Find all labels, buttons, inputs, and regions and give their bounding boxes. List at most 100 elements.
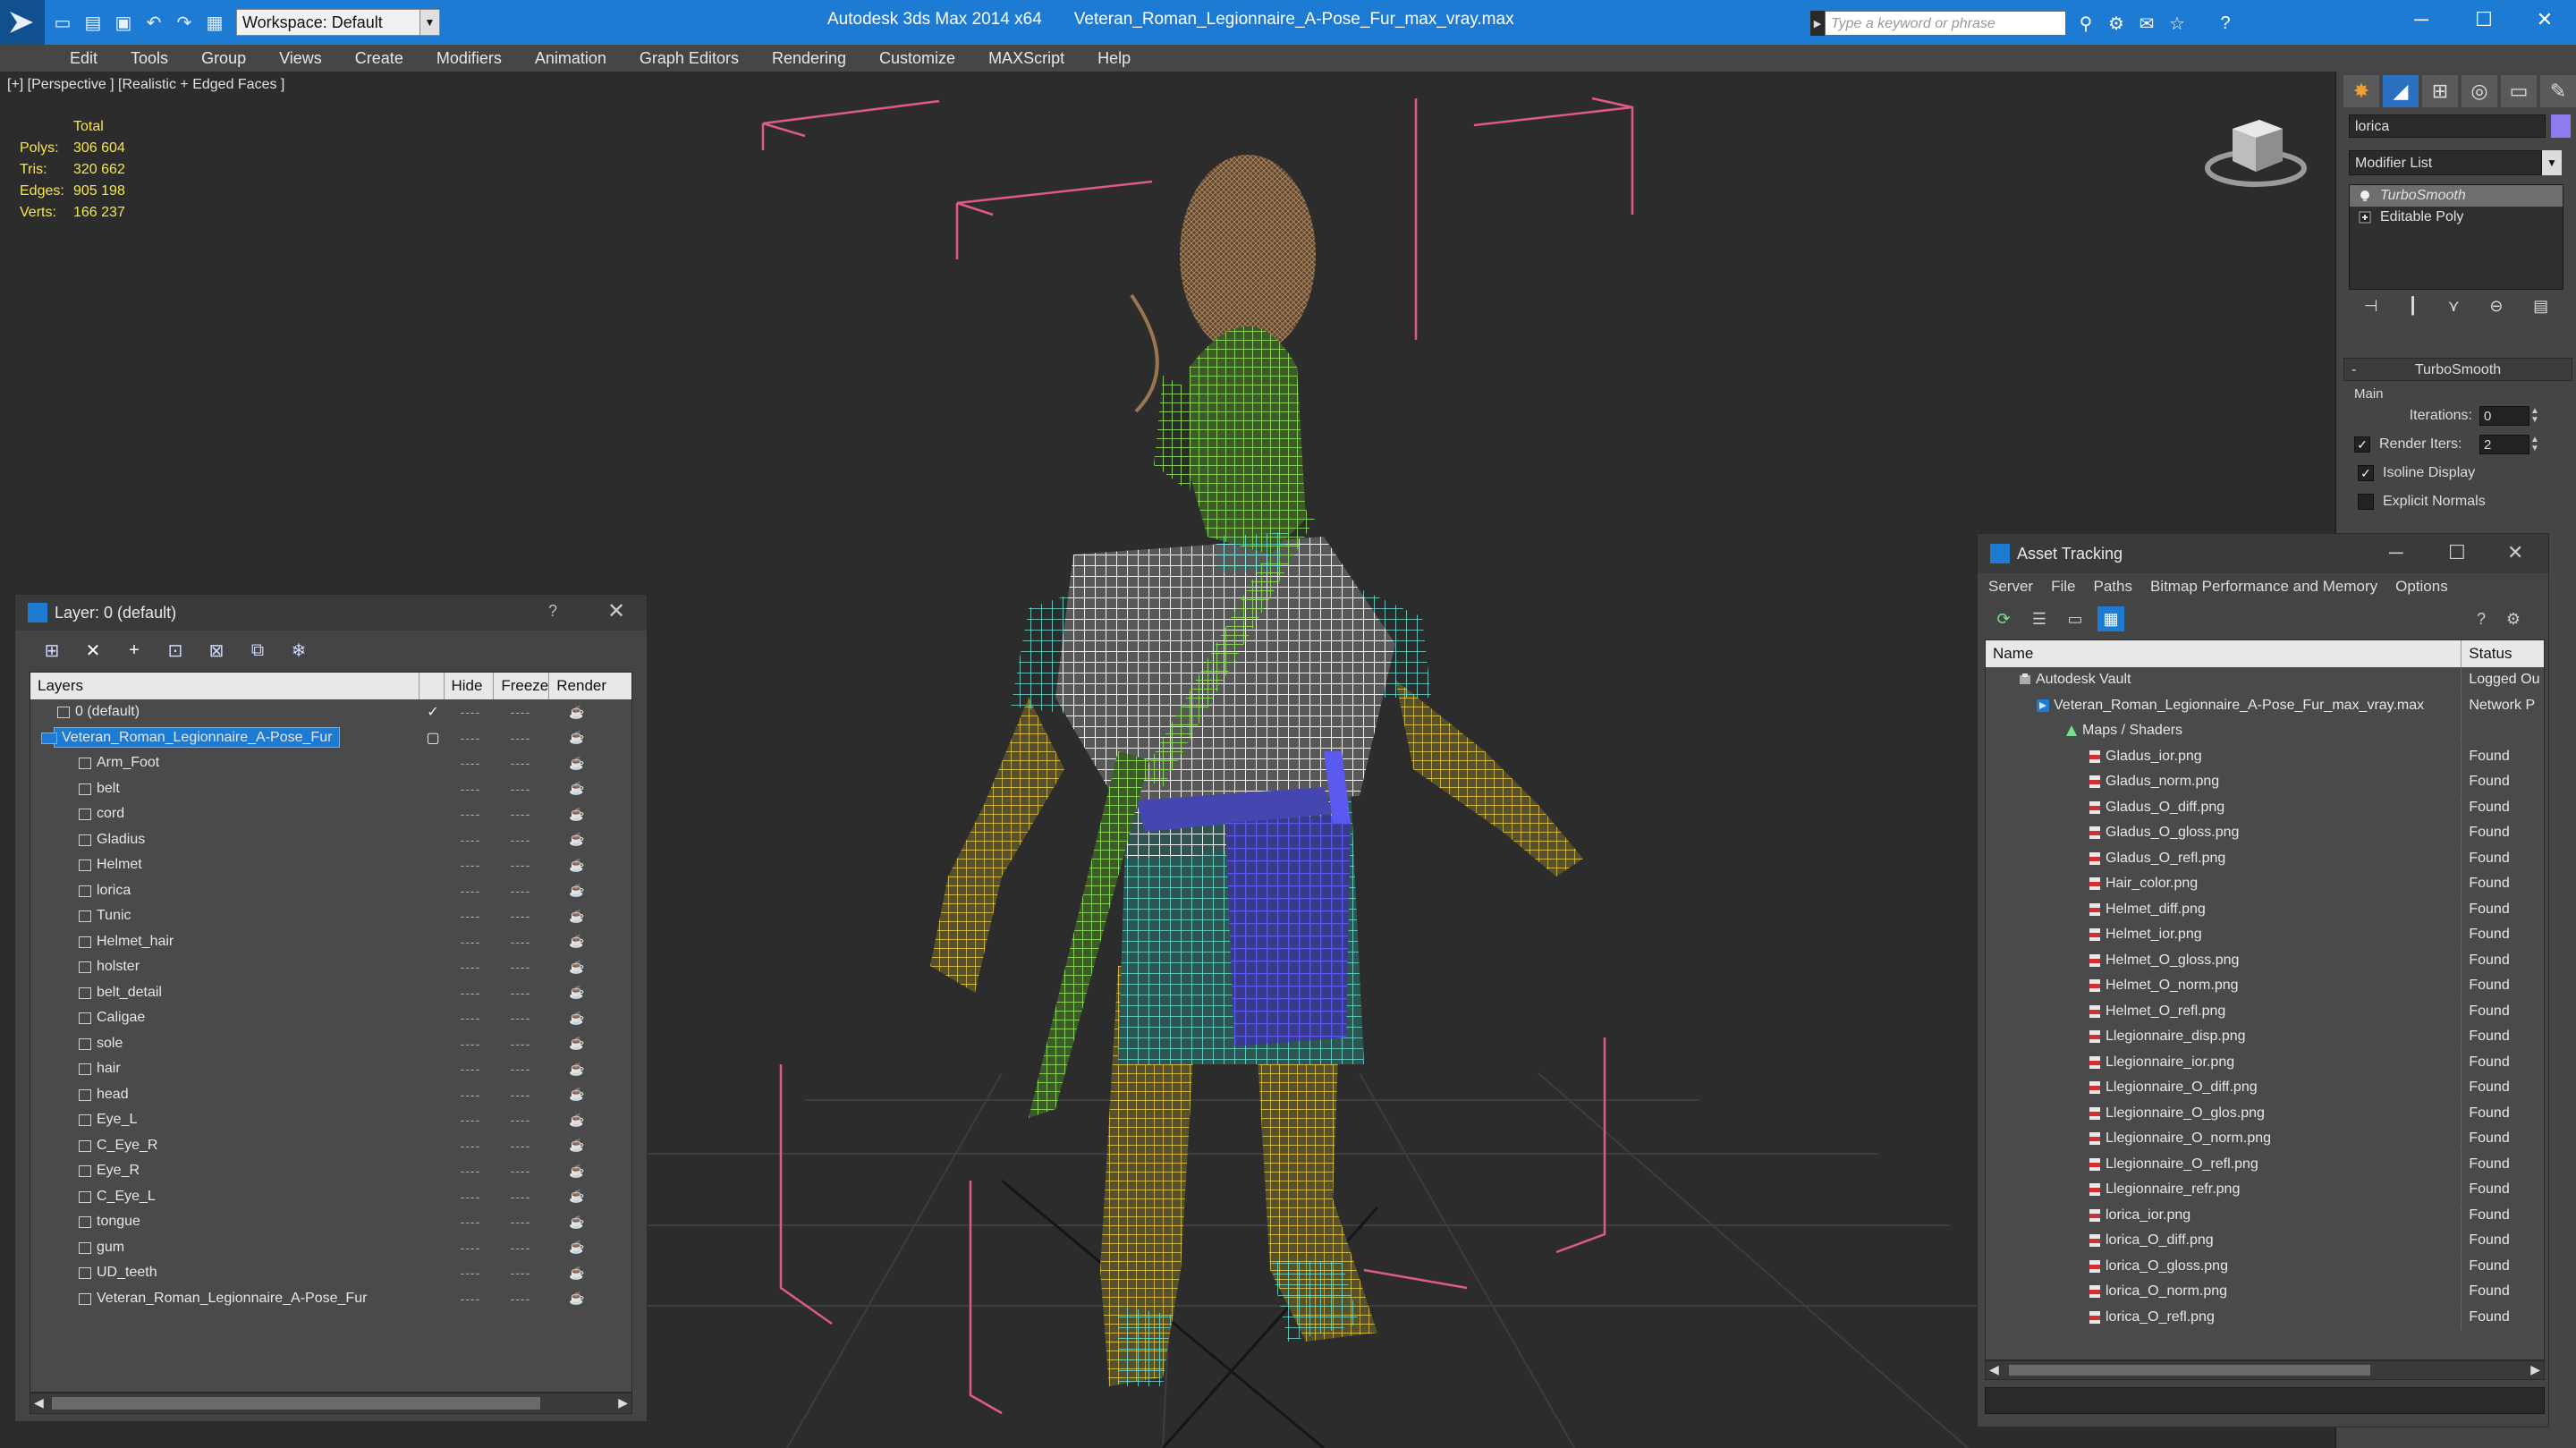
maximize-icon[interactable]: ☐	[2448, 541, 2466, 564]
hierarchy-tab-icon[interactable]: ⊞	[2422, 75, 2458, 107]
app-logo-icon[interactable]	[0, 0, 45, 45]
stack-item-turbosmooth[interactable]: TurboSmooth	[2350, 185, 2563, 207]
asset-file-row[interactable]: Gladus_O_diff.png Found	[1986, 794, 2544, 821]
hide-toggle[interactable]: ----	[445, 807, 496, 821]
render-teapot-icon[interactable]: ☕	[546, 985, 608, 1000]
asset-file-row[interactable]: Hair_color.png Found	[1986, 871, 2544, 897]
render-teapot-icon[interactable]: ☕	[546, 756, 608, 771]
asset-file-row[interactable]: Gladus_O_gloss.png Found	[1986, 820, 2544, 846]
layer-object-row[interactable]: sole ---- ---- ☕	[30, 1031, 631, 1057]
hide-toggle[interactable]: ----	[445, 1011, 496, 1025]
asset-path-field[interactable]	[1985, 1387, 2545, 1414]
freeze-toggle[interactable]: ----	[496, 1190, 546, 1204]
layer-object-row[interactable]: Veteran_Roman_Legionnaire_A-Pose_Fur ----…	[30, 1286, 631, 1312]
asset-file-row[interactable]: lorica_ior.png Found	[1986, 1202, 2544, 1229]
list-view-icon[interactable]: ☰	[2026, 606, 2053, 631]
render-teapot-icon[interactable]: ☕	[546, 960, 608, 975]
render-teapot-icon[interactable]: ☕	[546, 705, 608, 720]
refresh-icon[interactable]: ⟳	[1990, 606, 2017, 631]
spinner-arrows-icon[interactable]: ▲ ▼	[2529, 406, 2540, 426]
layer-object-row[interactable]: C_Eye_R ---- ---- ☕	[30, 1133, 631, 1159]
hide-toggle[interactable]: ----	[445, 1037, 496, 1051]
render-teapot-icon[interactable]: ☕	[546, 1036, 608, 1051]
pin-stack-icon[interactable]: ⊣	[2364, 297, 2378, 324]
menu-server[interactable]: Server	[1988, 578, 2033, 596]
freeze-toggle[interactable]: ----	[496, 986, 546, 1000]
asset-file-row[interactable]: Helmet_diff.png Found	[1986, 896, 2544, 923]
freeze-toggle[interactable]: ----	[496, 935, 546, 949]
close-window-icon[interactable]: ✕	[2513, 0, 2576, 39]
checkmark-icon[interactable]: ✓	[420, 703, 445, 721]
collapse-icon[interactable]: -	[2351, 359, 2356, 382]
hide-toggle[interactable]: ----	[445, 986, 496, 1000]
modify-tab-icon[interactable]: ◢	[2383, 75, 2419, 107]
layer-object-row[interactable]: belt ---- ---- ☕	[30, 776, 631, 802]
add-to-layer-icon[interactable]: +	[119, 637, 149, 664]
layer-object-row[interactable]: Gladius ---- ---- ☕	[30, 827, 631, 853]
layer-object-row[interactable]: UD_teeth ---- ---- ☕	[30, 1260, 631, 1286]
minimize-icon[interactable]: ─	[2389, 541, 2403, 564]
highlight-layer-icon[interactable]: ⊠	[201, 637, 232, 664]
menu-file[interactable]: File	[2051, 578, 2075, 596]
object-name-input[interactable]: lorica	[2349, 114, 2546, 138]
hide-all-layers-icon[interactable]: ⧉	[242, 637, 273, 664]
layer-object-row[interactable]: holster ---- ---- ☕	[30, 954, 631, 980]
freeze-toggle[interactable]: ----	[496, 1011, 546, 1025]
hide-toggle[interactable]: ----	[445, 935, 496, 949]
asset-file-row[interactable]: lorica_O_refl.png Found	[1986, 1304, 2544, 1331]
hide-toggle[interactable]: ----	[445, 1088, 496, 1102]
layer-row-selected[interactable]: Veteran_Roman_Legionnaire_A-Pose_Fur ▢ -…	[30, 725, 631, 751]
asset-file-row[interactable]: Helmet_O_refl.png Found	[1986, 998, 2544, 1025]
freeze-toggle[interactable]: ----	[496, 1062, 546, 1076]
stack-item-editable-poly[interactable]: Editable Poly	[2350, 207, 2563, 228]
render-iters-spinner[interactable]: 2	[2479, 435, 2529, 454]
freeze-toggle[interactable]: ----	[496, 1113, 546, 1127]
project-folder-icon[interactable]: ▦	[202, 10, 227, 35]
render-teapot-icon[interactable]: ☕	[546, 909, 608, 924]
asset-row-vault[interactable]: Autodesk Vault Logged Ou	[1986, 667, 2544, 693]
horizontal-scrollbar[interactable]: ◀ ▶	[30, 1393, 632, 1414]
menu-help[interactable]: Help	[1097, 49, 1131, 68]
asset-file-row[interactable]: Gladus_O_refl.png Found	[1986, 845, 2544, 872]
dialog-title-bar[interactable]: Asset Tracking ─ ☐ ✕	[1978, 534, 2548, 573]
asset-file-row[interactable]: Llegionnaire_ior.png Found	[1986, 1049, 2544, 1076]
select-objects-icon[interactable]: ⊡	[160, 637, 191, 664]
layer-object-row[interactable]: Eye_R ---- ---- ☕	[30, 1158, 631, 1184]
settings-icon[interactable]: ⚙	[2500, 606, 2527, 631]
hide-toggle[interactable]: ----	[445, 1266, 496, 1280]
layer-object-row[interactable]: gum ---- ---- ☕	[30, 1235, 631, 1261]
layer-object-row[interactable]: head ---- ---- ☕	[30, 1082, 631, 1108]
freeze-toggle[interactable]: ----	[496, 1164, 546, 1178]
scroll-right-icon[interactable]: ▶	[618, 1395, 628, 1410]
render-teapot-icon[interactable]: ☕	[546, 1240, 608, 1255]
render-teapot-icon[interactable]: ☕	[546, 1062, 608, 1077]
layer-object-row[interactable]: C_Eye_L ---- ---- ☕	[30, 1184, 631, 1210]
freeze-toggle[interactable]: ----	[496, 705, 546, 719]
layer-row-default[interactable]: 0 (default) ✓ ---- ---- ☕	[30, 699, 631, 725]
explicit-normals-checkbox[interactable]	[2358, 494, 2374, 510]
hide-toggle[interactable]: ----	[445, 705, 496, 719]
column-layers[interactable]: Layers	[30, 673, 419, 699]
new-file-icon[interactable]: ▭	[50, 10, 75, 35]
utilities-tab-icon[interactable]: ✎	[2540, 75, 2576, 107]
layer-object-row[interactable]: Tunic ---- ---- ☕	[30, 903, 631, 929]
freeze-toggle[interactable]: ----	[496, 782, 546, 796]
hide-toggle[interactable]: ----	[445, 1113, 496, 1127]
layer-object-row[interactable]: Helmet ---- ---- ☕	[30, 852, 631, 878]
hide-toggle[interactable]: ----	[445, 1215, 496, 1229]
favorites-star-icon[interactable]: ☆	[2165, 11, 2190, 36]
help-icon[interactable]: ?	[2213, 11, 2238, 36]
asset-row-maps-folder[interactable]: Maps / Shaders	[1986, 718, 2544, 744]
layer-object-row[interactable]: hair ---- ---- ☕	[30, 1056, 631, 1082]
dialog-title-bar[interactable]: Layer: 0 (default) ? ✕	[15, 595, 647, 631]
freeze-toggle[interactable]: ----	[496, 833, 546, 847]
expand-plus-icon[interactable]	[2359, 211, 2371, 224]
isoline-checkbox[interactable]: ✓	[2358, 465, 2374, 481]
hide-toggle[interactable]: ----	[445, 782, 496, 796]
column-render[interactable]: Render	[549, 673, 631, 699]
freeze-toggle[interactable]: ----	[496, 1139, 546, 1153]
asset-file-row[interactable]: lorica_O_norm.png Found	[1986, 1279, 2544, 1305]
render-teapot-icon[interactable]: ☕	[546, 1266, 608, 1281]
asset-file-row[interactable]: Helmet_O_gloss.png Found	[1986, 947, 2544, 974]
asset-file-row[interactable]: Llegionnaire_disp.png Found	[1986, 1024, 2544, 1050]
